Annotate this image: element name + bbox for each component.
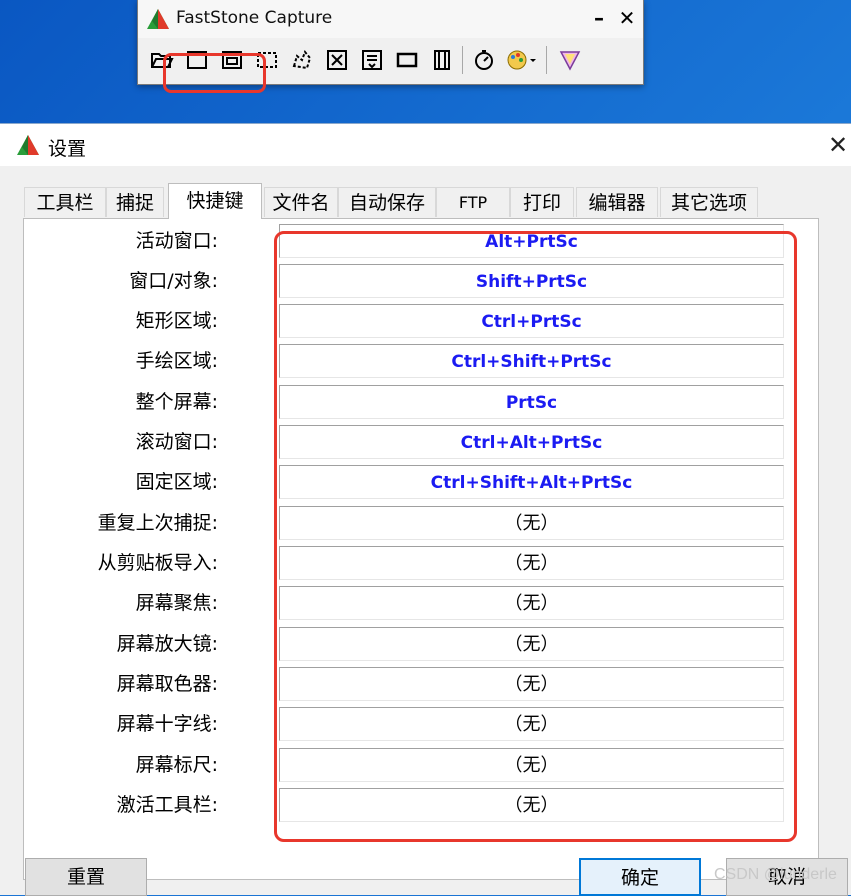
hotkeys-tab-highlight [163, 53, 266, 93]
hotkey-label: 激活工具栏: [116, 794, 218, 816]
settings-menu-icon[interactable] [556, 46, 584, 74]
hotkey-fields-highlight [274, 231, 797, 842]
toolbar-titlebar[interactable]: FastStone Capture – ✕ [138, 0, 643, 38]
hotkey-label: 屏幕聚焦: [135, 592, 218, 614]
hotkey-label: 屏幕取色器: [116, 673, 218, 695]
capture-freehand-icon[interactable] [288, 46, 316, 74]
dialog-title: 设置 [48, 138, 87, 160]
output-destination-icon[interactable] [504, 46, 540, 74]
tab-ftp[interactable]: FTP [436, 187, 510, 217]
faststone-logo-icon [17, 135, 39, 155]
dialog-titlebar[interactable]: 设置 ✕ [0, 124, 851, 166]
hotkey-label: 重复上次捕捉: [97, 512, 218, 534]
hotkey-label: 屏幕十字线: [116, 713, 218, 735]
tab-toolbar[interactable]: 工具栏 [24, 187, 106, 217]
tab-print[interactable]: 打印 [510, 187, 574, 217]
capture-fullscreen-icon[interactable] [323, 46, 351, 74]
hotkey-label: 固定区域: [135, 471, 218, 493]
tab-autosave[interactable]: 自动保存 [338, 187, 436, 217]
tab-other-options[interactable]: 其它选项 [660, 187, 758, 217]
hotkey-label: 矩形区域: [135, 310, 218, 332]
hotkey-label: 从剪贴板导入: [97, 552, 218, 574]
tab-filename[interactable]: 文件名 [264, 187, 338, 217]
toolbar-separator [462, 46, 463, 74]
faststone-logo-icon [147, 9, 169, 29]
hotkey-label: 滚动窗口: [135, 431, 218, 453]
tab-editor[interactable]: 编辑器 [576, 187, 658, 217]
ok-button[interactable]: 确定 [579, 858, 701, 896]
hotkey-label: 屏幕放大镜: [116, 633, 218, 655]
tab-capture[interactable]: 捕捉 [106, 187, 164, 217]
delay-timer-icon[interactable] [470, 46, 498, 74]
hotkey-label: 屏幕标尺: [135, 754, 218, 776]
capture-scrolling-icon[interactable] [358, 46, 386, 74]
dialog-close-button[interactable]: ✕ [824, 130, 851, 160]
hotkey-label: 活动窗口: [135, 230, 218, 252]
hotkey-label: 整个屏幕: [135, 391, 218, 413]
screen-recorder-icon[interactable] [428, 46, 456, 74]
close-button[interactable]: ✕ [616, 6, 638, 30]
hotkey-label: 手绘区域: [135, 350, 218, 372]
toolbar-title: FastStone Capture [176, 8, 333, 28]
minimize-button[interactable]: – [588, 6, 610, 30]
tab-hotkeys[interactable]: 快捷键 [168, 183, 262, 219]
capture-fixed-region-icon[interactable] [393, 46, 421, 74]
reset-button[interactable]: 重置 [25, 858, 147, 896]
toolbar-separator [546, 46, 547, 74]
hotkey-label: 窗口/对象: [129, 270, 218, 292]
watermark: CSDN @lunderle [714, 866, 837, 883]
